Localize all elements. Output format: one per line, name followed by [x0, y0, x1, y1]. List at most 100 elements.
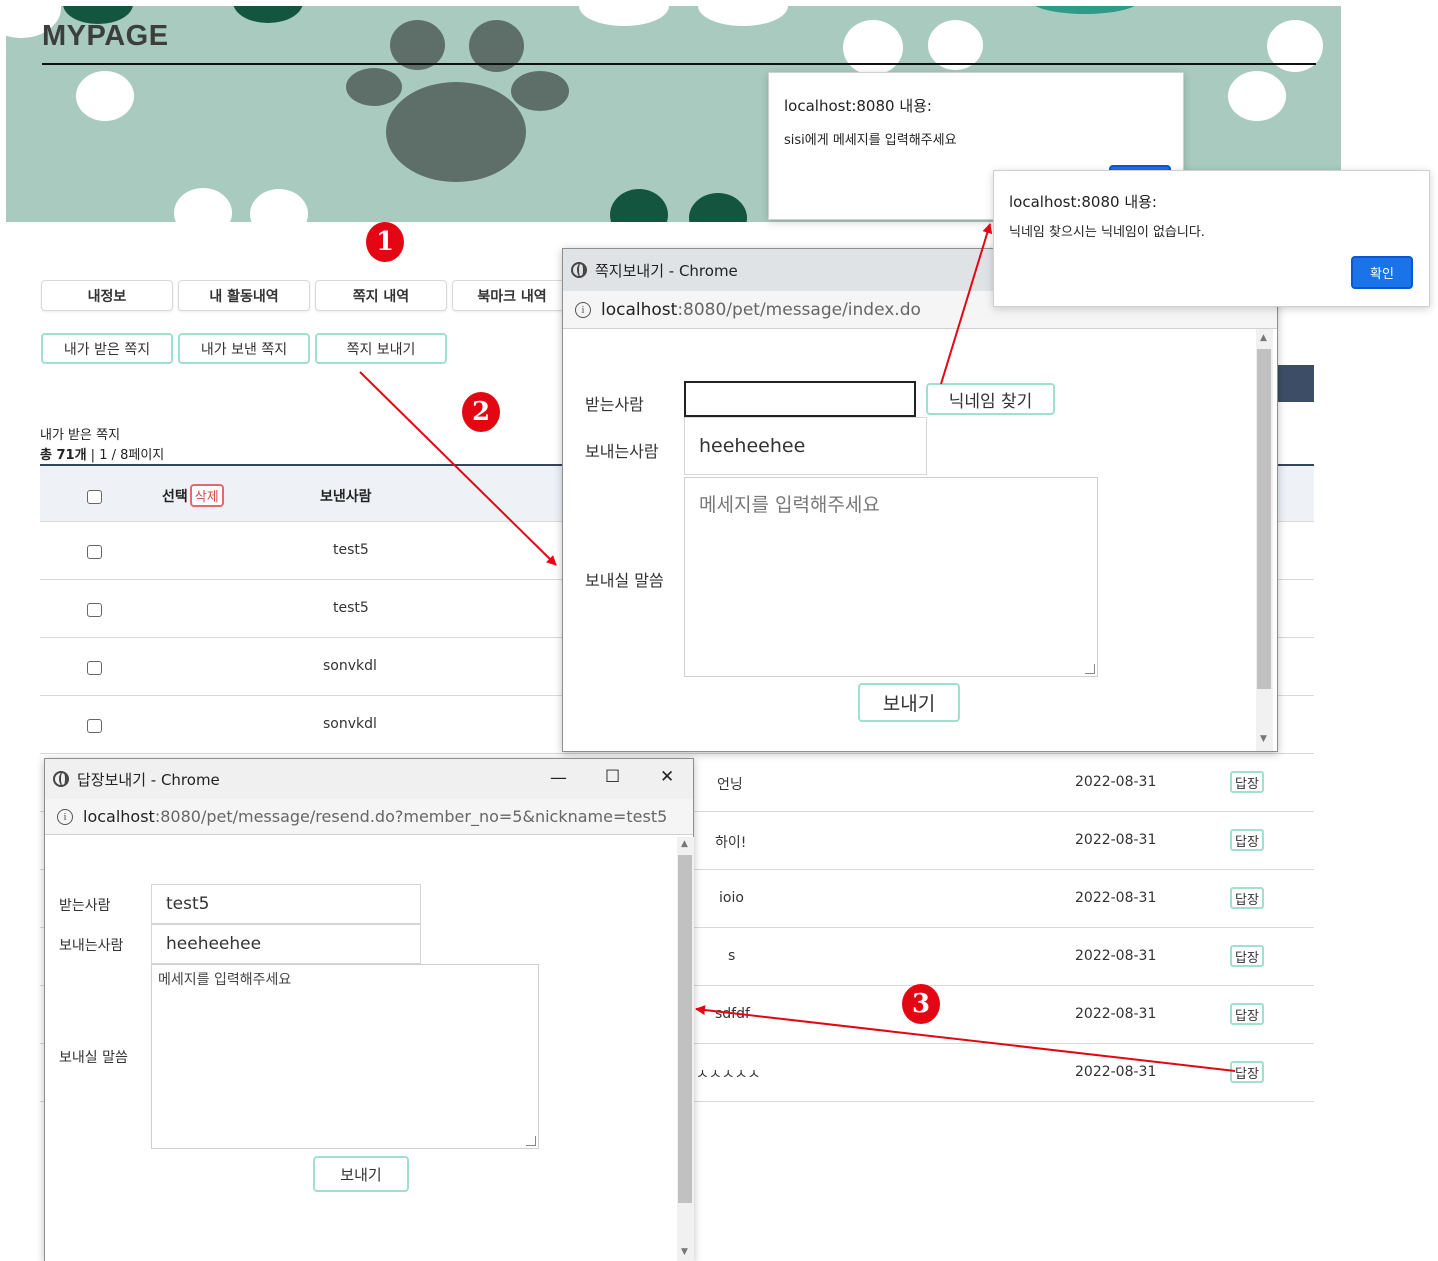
info-icon[interactable]: i — [57, 808, 73, 825]
scrollbar-thumb[interactable] — [678, 855, 692, 1203]
scroll-up-icon[interactable]: ▲ — [1260, 333, 1267, 343]
globe-icon — [53, 771, 69, 787]
page-count: 총 71개 | 1 / 8페이지 — [40, 448, 165, 463]
row-date: 2022-08-31 — [1075, 1006, 1157, 1022]
alert-origin: localhost:8080 내용: — [784, 97, 932, 115]
reply-button[interactable]: 답장 — [1230, 771, 1264, 793]
send-button[interactable]: 보내기 — [313, 1156, 409, 1192]
tab-my-activity[interactable]: 내 활동내역 — [178, 280, 310, 311]
reply-button[interactable]: 답장 — [1230, 945, 1264, 967]
url-bar: i localhost:8080/pet/message/resend.do?m… — [45, 799, 693, 835]
scrollbar[interactable]: ▲ ▼ — [1256, 329, 1273, 751]
scroll-down-icon[interactable]: ▼ — [681, 1247, 688, 1257]
reply-button[interactable]: 답장 — [1230, 1061, 1264, 1083]
subtab-received[interactable]: 내가 받은 쪽지 — [41, 333, 173, 364]
row-sender: sonvkdl — [323, 658, 377, 674]
alert-ok-button[interactable]: 확인 — [1351, 256, 1413, 289]
row-title[interactable]: ioio — [719, 890, 744, 906]
info-icon[interactable]: i — [575, 301, 591, 318]
window-titlebar[interactable]: 답장보내기 - Chrome — ☐ ✕ — [45, 759, 693, 799]
message-placeholder: 메세지를 입력해주세요 — [158, 972, 292, 988]
alert-origin: localhost:8080 내용: — [1009, 193, 1157, 211]
search-button[interactable] — [1278, 365, 1314, 402]
subtab-send-message[interactable]: 쪽지 보내기 — [315, 333, 447, 364]
resize-grip-icon[interactable] — [1085, 664, 1095, 674]
paw-print-decoration — [346, 68, 402, 106]
delete-button[interactable]: 삭제 — [189, 484, 224, 507]
paw-print-decoration — [1030, 6, 1140, 14]
step-2-badge: 2 — [462, 392, 500, 432]
url-host: localhost — [83, 807, 155, 826]
paw-print-decoration — [511, 71, 569, 111]
row-checkbox[interactable] — [87, 661, 102, 675]
url-host: localhost — [601, 299, 678, 320]
row-sender: test5 — [333, 600, 369, 616]
paw-print-decoration — [843, 20, 903, 75]
window-title: 답장보내기 - Chrome — [77, 770, 220, 789]
scroll-down-icon[interactable]: ▼ — [1260, 734, 1267, 744]
paw-print-decoration — [698, 6, 788, 26]
reply-button[interactable]: 답장 — [1230, 887, 1264, 909]
step-1-badge: 1 — [366, 222, 404, 262]
row-checkbox[interactable] — [87, 603, 102, 617]
row-title[interactable]: 하이! — [715, 832, 746, 852]
url-path: :8080/pet/message/resend.do?member_no=5&… — [154, 807, 668, 826]
alert-message: sisi에게 메세지를 입력해주세요 — [784, 133, 957, 148]
row-title[interactable]: 언닝 — [717, 774, 743, 794]
to-input[interactable] — [684, 381, 916, 417]
section-title: 내가 받은 쪽지 — [40, 428, 121, 443]
reply-button[interactable]: 답장 — [1230, 829, 1264, 851]
row-date: 2022-08-31 — [1075, 1064, 1157, 1080]
row-title[interactable]: ㅅㅅㅅㅅㅅ — [696, 1064, 760, 1084]
globe-icon — [571, 262, 587, 278]
paw-print-decoration — [610, 189, 668, 222]
row-date: 2022-08-31 — [1075, 948, 1157, 964]
subtab-sent[interactable]: 내가 보낸 쪽지 — [178, 333, 310, 364]
resize-grip-icon[interactable] — [526, 1136, 536, 1146]
url-path: :8080/pet/message/index.do — [677, 299, 921, 320]
scrollbar[interactable]: ▲ ▼ — [677, 837, 694, 1261]
page-title: MYPAGE — [42, 20, 169, 52]
paw-print-decoration — [386, 82, 526, 182]
reply-button[interactable]: 답장 — [1230, 1003, 1264, 1025]
row-date: 2022-08-31 — [1075, 832, 1157, 848]
from-field: heeheehee — [684, 417, 927, 475]
row-date: 2022-08-31 — [1075, 774, 1157, 790]
message-label: 보내실 말씀 — [585, 571, 664, 590]
row-checkbox[interactable] — [87, 719, 102, 733]
send-message-window: 쪽지보내기 - Chrome i localhost:8080/pet/mess… — [562, 248, 1278, 752]
paw-print-decoration — [1228, 71, 1286, 121]
from-field: heeheehee — [151, 924, 421, 964]
message-textarea[interactable]: 메세지를 입력해주세요 — [684, 477, 1098, 677]
maximize-icon[interactable]: ☐ — [605, 767, 620, 787]
tab-my-info[interactable]: 내정보 — [41, 280, 173, 311]
minimize-icon[interactable]: — — [550, 768, 567, 788]
to-label: 받는사람 — [59, 898, 111, 914]
send-button[interactable]: 보내기 — [858, 683, 960, 722]
tab-bookmarks[interactable]: 북마크 내역 — [452, 280, 572, 311]
select-all-checkbox[interactable] — [87, 490, 102, 504]
tab-message-history[interactable]: 쪽지 내역 — [315, 280, 447, 311]
paw-print-decoration — [250, 189, 308, 222]
alert-dialog-nickname-not-found: localhost:8080 내용: 닉네임 찾으시는 닉네임이 없습니다. 확… — [993, 170, 1430, 307]
message-textarea[interactable]: 메세지를 입력해주세요 — [151, 964, 539, 1149]
from-label: 보내는사람 — [59, 938, 124, 954]
to-field[interactable]: test5 — [151, 884, 421, 924]
sender-header: 보낸사람 — [320, 489, 372, 505]
row-title[interactable]: sdfdf — [715, 1006, 750, 1022]
scrollbar-thumb[interactable] — [1257, 349, 1271, 689]
row-checkbox[interactable] — [87, 545, 102, 559]
find-nickname-button[interactable]: 닉네임 찾기 — [926, 383, 1055, 415]
scroll-up-icon[interactable]: ▲ — [681, 839, 688, 849]
step-3-badge: 3 — [902, 984, 940, 1024]
row-sender: sonvkdl — [323, 716, 377, 732]
alert-message: 닉네임 찾으시는 닉네임이 없습니다. — [1009, 225, 1205, 240]
close-icon[interactable]: ✕ — [660, 767, 674, 787]
message-placeholder: 메세지를 입력해주세요 — [699, 494, 880, 516]
paw-print-decoration — [689, 193, 747, 222]
row-title[interactable]: s — [728, 948, 735, 964]
reply-message-window: 답장보내기 - Chrome — ☐ ✕ i localhost:8080/pe… — [44, 758, 694, 1261]
paw-print-decoration — [76, 71, 134, 121]
paw-print-decoration — [579, 6, 669, 26]
message-label: 보내실 말씀 — [59, 1050, 128, 1066]
